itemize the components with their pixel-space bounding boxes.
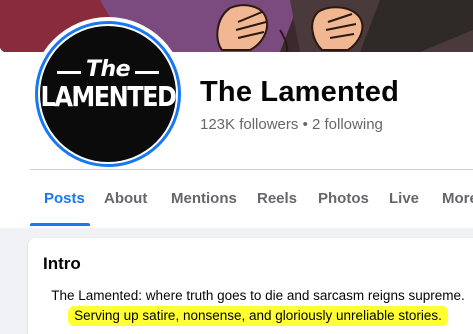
bio-text: The Lamented: where truth goes to die an…: [51, 288, 465, 303]
separator-dot: •: [302, 116, 308, 133]
follower-counts: 123K followers • 2 following: [200, 116, 383, 133]
following-link[interactable]: 2 following: [312, 116, 383, 133]
bio-highlight-wrap: Serving up satire, nonsense, and gloriou…: [28, 306, 473, 326]
page-title: The Lamented: [200, 76, 399, 108]
tab-about[interactable]: About: [104, 170, 147, 228]
intro-card: Intro The Lamented: where truth goes to …: [28, 238, 473, 334]
active-tab-indicator: [30, 223, 90, 226]
profile-avatar[interactable]: The LAMENTED: [31, 17, 185, 171]
tab-reels[interactable]: Reels: [257, 170, 297, 228]
tab-live[interactable]: Live: [389, 170, 419, 228]
logo-text-the: The: [85, 57, 131, 82]
tab-more[interactable]: More: [442, 170, 473, 228]
intro-title: Intro: [43, 254, 81, 273]
tab-photos[interactable]: Photos: [318, 170, 369, 228]
profile-page: The LAMENTED The Lamented 123K followers…: [0, 0, 473, 334]
tab-mentions[interactable]: Mentions: [171, 170, 237, 228]
logo-the-lamented: The LAMENTED: [40, 26, 176, 162]
bio-text-highlighted: Serving up satire, nonsense, and gloriou…: [68, 306, 448, 326]
profile-tabs: Posts About Mentions Reels Photos Live M…: [0, 170, 473, 228]
followers-link[interactable]: 123K followers: [200, 116, 298, 133]
tab-posts[interactable]: Posts: [44, 170, 85, 228]
logo-text-lamented: LAMENTED: [40, 80, 176, 114]
